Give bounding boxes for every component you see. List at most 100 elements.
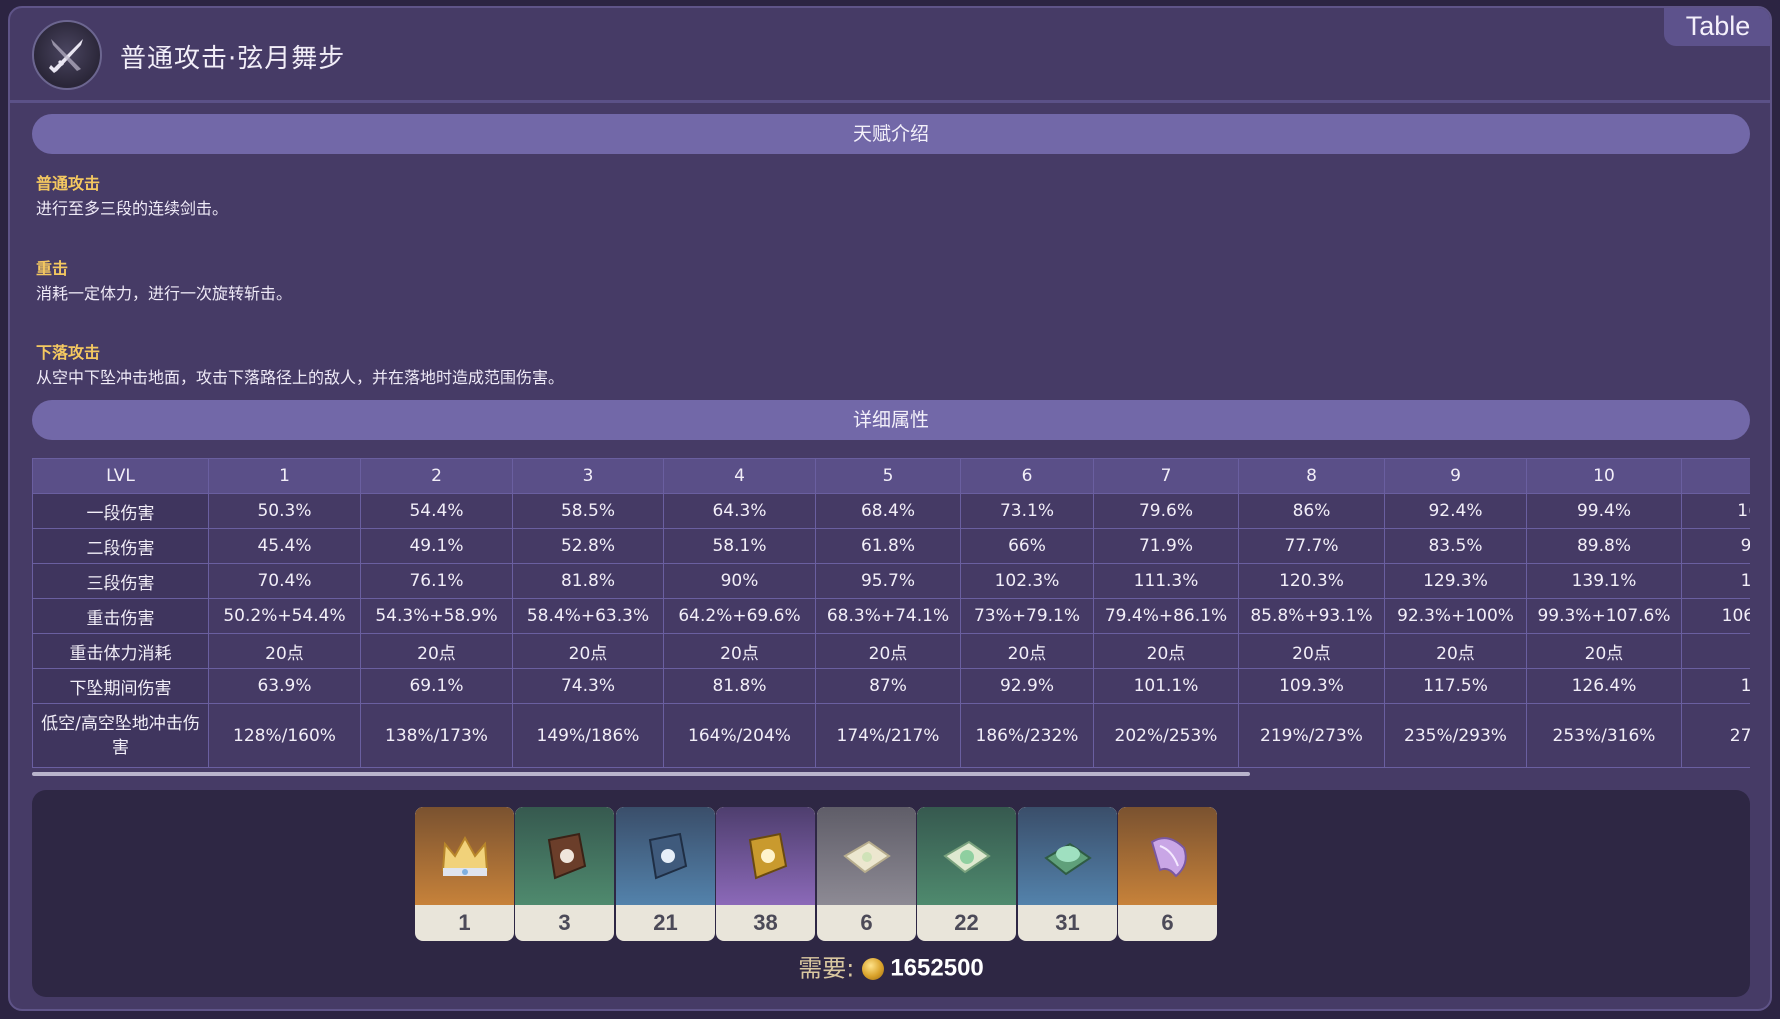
material-count: 6 xyxy=(1161,910,1174,935)
row-label: 低空/高空坠地冲击伤害 xyxy=(32,703,209,768)
section-details-bar: 详细属性 xyxy=(32,400,1750,440)
table-cell: 85.8%+93.1% xyxy=(1238,598,1385,634)
table-cell: 52.8% xyxy=(512,528,664,564)
table-cell: 20点 xyxy=(1384,633,1527,669)
table-cell: 68.3%+74.1% xyxy=(815,598,961,634)
attribute-table-container[interactable]: LVL 1 2 3 4 5 6 7 8 9 10 一段伤害 50.3% 54.4% 58.5% 64.3% 6… xyxy=(32,458,1750,774)
table-cell: 9 xyxy=(1681,528,1750,564)
table-cell: 81.8% xyxy=(663,668,816,704)
table-cell: 138%/173% xyxy=(360,703,513,768)
table-cell: 92.9% xyxy=(960,668,1094,704)
mora-amount: 1652500 xyxy=(890,954,984,982)
table-cell: 271 xyxy=(1681,703,1750,768)
table-cell: 164%/204% xyxy=(663,703,816,768)
table-cell: 83.5% xyxy=(1384,528,1527,564)
table-cell: 76.1% xyxy=(360,563,513,599)
material-card[interactable]: 22 xyxy=(917,807,1016,941)
table-cell: 174%/217% xyxy=(815,703,961,768)
section-intro-bar: 天赋介绍 xyxy=(32,114,1750,154)
column-header-level xyxy=(1681,458,1750,494)
table-cell: 54.3%+58.9% xyxy=(360,598,513,634)
table-cell: 111.3% xyxy=(1093,563,1239,599)
material-count: 21 xyxy=(653,910,678,935)
table-cell: 50.2%+54.4% xyxy=(208,598,361,634)
table-cell: 87% xyxy=(815,668,961,704)
table-cell: 186%/232% xyxy=(960,703,1094,768)
table-cell: 74.3% xyxy=(512,668,664,704)
table-cell: 95.7% xyxy=(815,563,961,599)
row-label: 重击体力消耗 xyxy=(32,633,209,669)
table-cell: 20点 xyxy=(1093,633,1239,669)
table-row: 三段伤害 70.4% 76.1% 81.8% 90% 95.7% 102.3% 111.3% 1… xyxy=(32,563,1750,599)
material-card[interactable]: 1 xyxy=(415,807,514,941)
table-cell: 102.3% xyxy=(960,563,1094,599)
table-tab[interactable]: Table xyxy=(1664,8,1770,46)
need-label: 需要: xyxy=(798,954,855,983)
material-card[interactable]: 21 xyxy=(616,807,715,941)
sword-skill-icon xyxy=(32,20,102,90)
table-cell: 70.4% xyxy=(208,563,361,599)
table-cell: 139.1% xyxy=(1526,563,1682,599)
column-header-level: 6 xyxy=(960,458,1094,494)
table-cell: 20点 xyxy=(1526,633,1682,669)
table-cell: 20点 xyxy=(1238,633,1385,669)
table-cell: 219%/273% xyxy=(1238,703,1385,768)
table-cell: 253%/316% xyxy=(1526,703,1682,768)
material-card[interactable]: 31 xyxy=(1018,807,1117,941)
material-count: 3 xyxy=(558,910,571,935)
table-cell: 20点 xyxy=(815,633,961,669)
table-cell: 49.1% xyxy=(360,528,513,564)
table-cell: 79.6% xyxy=(1093,493,1239,529)
column-header-level: 4 xyxy=(663,458,816,494)
table-horizontal-scrollbar[interactable] xyxy=(32,772,1250,776)
material-card[interactable]: 38 xyxy=(716,807,815,941)
table-cell xyxy=(1681,633,1750,669)
card-header: 普通攻击·弦月舞步 Table xyxy=(10,8,1770,103)
description-text: 从空中下坠冲击地面，攻击下落路径上的敌人，并在落地时造成范围伤害。 xyxy=(36,368,565,387)
scroll-teal-icon xyxy=(1018,807,1117,905)
talent-card: 普通攻击·弦月舞步 Table 天赋介绍 普通攻击 进行至多三段的连续剑击。 重… xyxy=(8,6,1772,1011)
table-cell: 128%/160% xyxy=(208,703,361,768)
table-cell: 73%+79.1% xyxy=(960,598,1094,634)
column-header-level: 7 xyxy=(1093,458,1239,494)
table-cell: 73.1% xyxy=(960,493,1094,529)
table-cell: 92.3%+100% xyxy=(1384,598,1527,634)
table-cell: 202%/253% xyxy=(1093,703,1239,768)
material-card[interactable]: 3 xyxy=(515,807,614,941)
table-cell: 58.1% xyxy=(663,528,816,564)
cost-row: 需要: 1652500 xyxy=(32,950,1750,986)
column-header-level: 8 xyxy=(1238,458,1385,494)
table-cell: 1( xyxy=(1681,493,1750,529)
table-header-row: LVL 1 2 3 4 5 6 7 8 9 10 xyxy=(32,458,1750,494)
table-cell: 129.3% xyxy=(1384,563,1527,599)
table-cell: 66% xyxy=(960,528,1094,564)
material-card[interactable]: 6 xyxy=(817,807,916,941)
gold-stone-icon xyxy=(716,807,815,905)
scroll-plain-icon xyxy=(817,807,916,905)
table-row: 重击伤害 50.2%+54.4% 54.3%+58.9% 58.4%+63.3% 64.… xyxy=(32,598,1750,634)
description-text: 进行至多三段的连续剑击。 xyxy=(36,199,229,218)
table-cell: 120.3% xyxy=(1238,563,1385,599)
table-cell: 106.3 xyxy=(1681,598,1750,634)
purple-shell-icon xyxy=(1118,807,1217,905)
table-cell: 99.3%+107.6% xyxy=(1526,598,1682,634)
table-cell: 1 xyxy=(1681,668,1750,704)
table-cell: 20点 xyxy=(512,633,664,669)
description-title: 重击 xyxy=(36,259,69,278)
row-label: 一段伤害 xyxy=(32,493,209,529)
description-plunge-attack: 下落攻击 从空中下坠冲击地面，攻击下落路径上的敌人，并在落地时造成范围伤害。 xyxy=(36,340,1736,390)
material-count: 31 xyxy=(1055,910,1080,935)
table-cell: 20点 xyxy=(960,633,1094,669)
table-row: 下坠期间伤害 63.9% 69.1% 74.3% 81.8% 87% 92.9% 101.1%… xyxy=(32,668,1750,704)
table-cell: 63.9% xyxy=(208,668,361,704)
blue-stone-icon xyxy=(616,807,715,905)
table-cell: 69.1% xyxy=(360,668,513,704)
material-card[interactable]: 6 xyxy=(1118,807,1217,941)
material-count: 38 xyxy=(753,910,778,935)
table-cell: 81.8% xyxy=(512,563,664,599)
table-cell: 92.4% xyxy=(1384,493,1527,529)
column-header-level: 1 xyxy=(208,458,361,494)
row-label: 二段伤害 xyxy=(32,528,209,564)
column-header-level: 3 xyxy=(512,458,664,494)
description-charged-attack: 重击 消耗一定体力，进行一次旋转斩击。 xyxy=(36,256,1736,306)
